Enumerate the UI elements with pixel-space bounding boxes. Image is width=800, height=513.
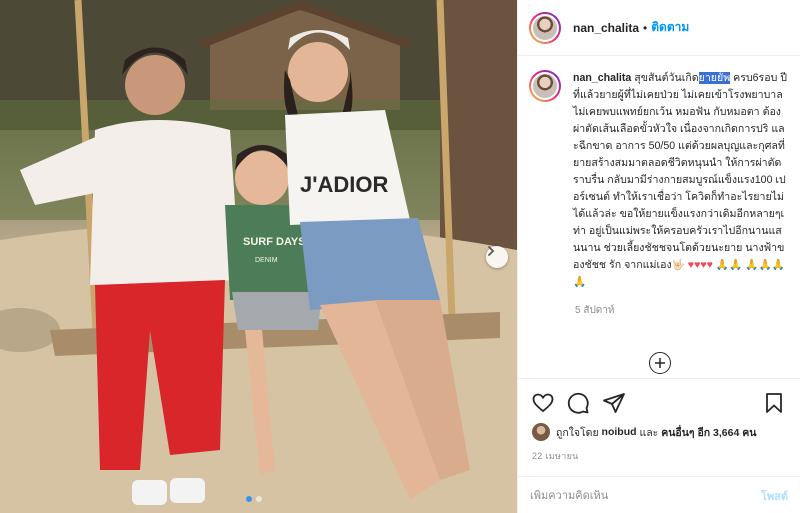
likes-prefix: ถูกใจโดย (556, 426, 599, 439)
carousel-dot (256, 496, 262, 502)
post-header: nan_chalita • ติดตาม (518, 0, 800, 56)
share-button[interactable] (602, 391, 626, 415)
comments-area: nan_chalita สุขสันต์วันเกิดยายยัพ ครบ6รอ… (529, 70, 788, 318)
post-actions: ถูกใจโดย noibud และ คนอื่นๆ อีก 3,664 คน… (518, 378, 800, 513)
load-more-comments-button[interactable] (649, 352, 671, 374)
follow-button[interactable]: ติดตาม (651, 18, 689, 37)
liker-avatar[interactable] (532, 423, 550, 441)
caption-row: nan_chalita สุขสันต์วันเกิดยายยัพ ครบ6รอ… (529, 70, 788, 291)
likes-summary: ถูกใจโดย noibud และ คนอื่นๆ อีก 3,664 คน (532, 423, 756, 441)
action-icons-row (531, 391, 786, 415)
carousel-dot-active (246, 496, 252, 502)
chevron-right-icon (488, 246, 495, 256)
caption-hands-a: 🙏🙏 (715, 259, 743, 271)
mother-shirt-text: J'ADIOR (300, 172, 388, 197)
caption-hearts: ♥♥♥♥ (687, 259, 713, 271)
like-button[interactable] (531, 391, 555, 415)
liker-username[interactable]: noibud (602, 426, 637, 438)
caption-text-before: สุขสันต์วันเกิด (634, 72, 699, 84)
author-avatar[interactable] (529, 11, 561, 44)
post-photo[interactable]: SURF DAYS DENIM J'ADIOR (0, 0, 517, 513)
caption-time-ago: 5 สัปดาห์ (575, 305, 615, 316)
kid-shirt-text: SURF DAYS (243, 236, 306, 248)
header-separator: • (643, 20, 648, 35)
next-photo-button[interactable] (486, 246, 508, 268)
post-side-panel: nan_chalita • ติดตาม nan_chalita สุขสันต… (517, 0, 800, 513)
caption-avatar[interactable] (529, 70, 561, 102)
add-comment-bar: โพสต์ (518, 476, 800, 513)
caption-emoji: 🤟🏻 (671, 259, 685, 271)
comment-icon (567, 392, 589, 414)
plus-circle-icon (655, 358, 665, 368)
share-icon (603, 393, 625, 413)
comment-input[interactable] (530, 489, 761, 502)
post-comment-button[interactable]: โพสต์ (761, 487, 788, 505)
bookmark-icon (766, 393, 782, 413)
caption-text: nan_chalita สุขสันต์วันเกิดยายยัพ ครบ6รอ… (573, 70, 787, 291)
comment-button[interactable] (566, 391, 590, 415)
likes-others-link[interactable]: คนอื่นๆ อีก 3,664 คน (661, 424, 756, 441)
kid-shirt-small-text: DENIM (255, 257, 278, 264)
photo-illustration: SURF DAYS DENIM J'ADIOR (0, 0, 517, 513)
heart-icon (532, 393, 554, 413)
post-date[interactable]: 22 เมษายน (532, 449, 579, 463)
save-button[interactable] (762, 391, 786, 415)
caption-highlight: ยายยัพ (698, 72, 731, 84)
carousel-indicator (246, 496, 262, 502)
author-username[interactable]: nan_chalita (573, 21, 639, 35)
caption-text-after: ครบ6รอบ ปีที่แล้วยายผู้ที่ไม่เคยป่วย ไม่… (573, 72, 787, 271)
likes-middle: และ (639, 426, 659, 439)
caption-username[interactable]: nan_chalita (573, 72, 631, 84)
